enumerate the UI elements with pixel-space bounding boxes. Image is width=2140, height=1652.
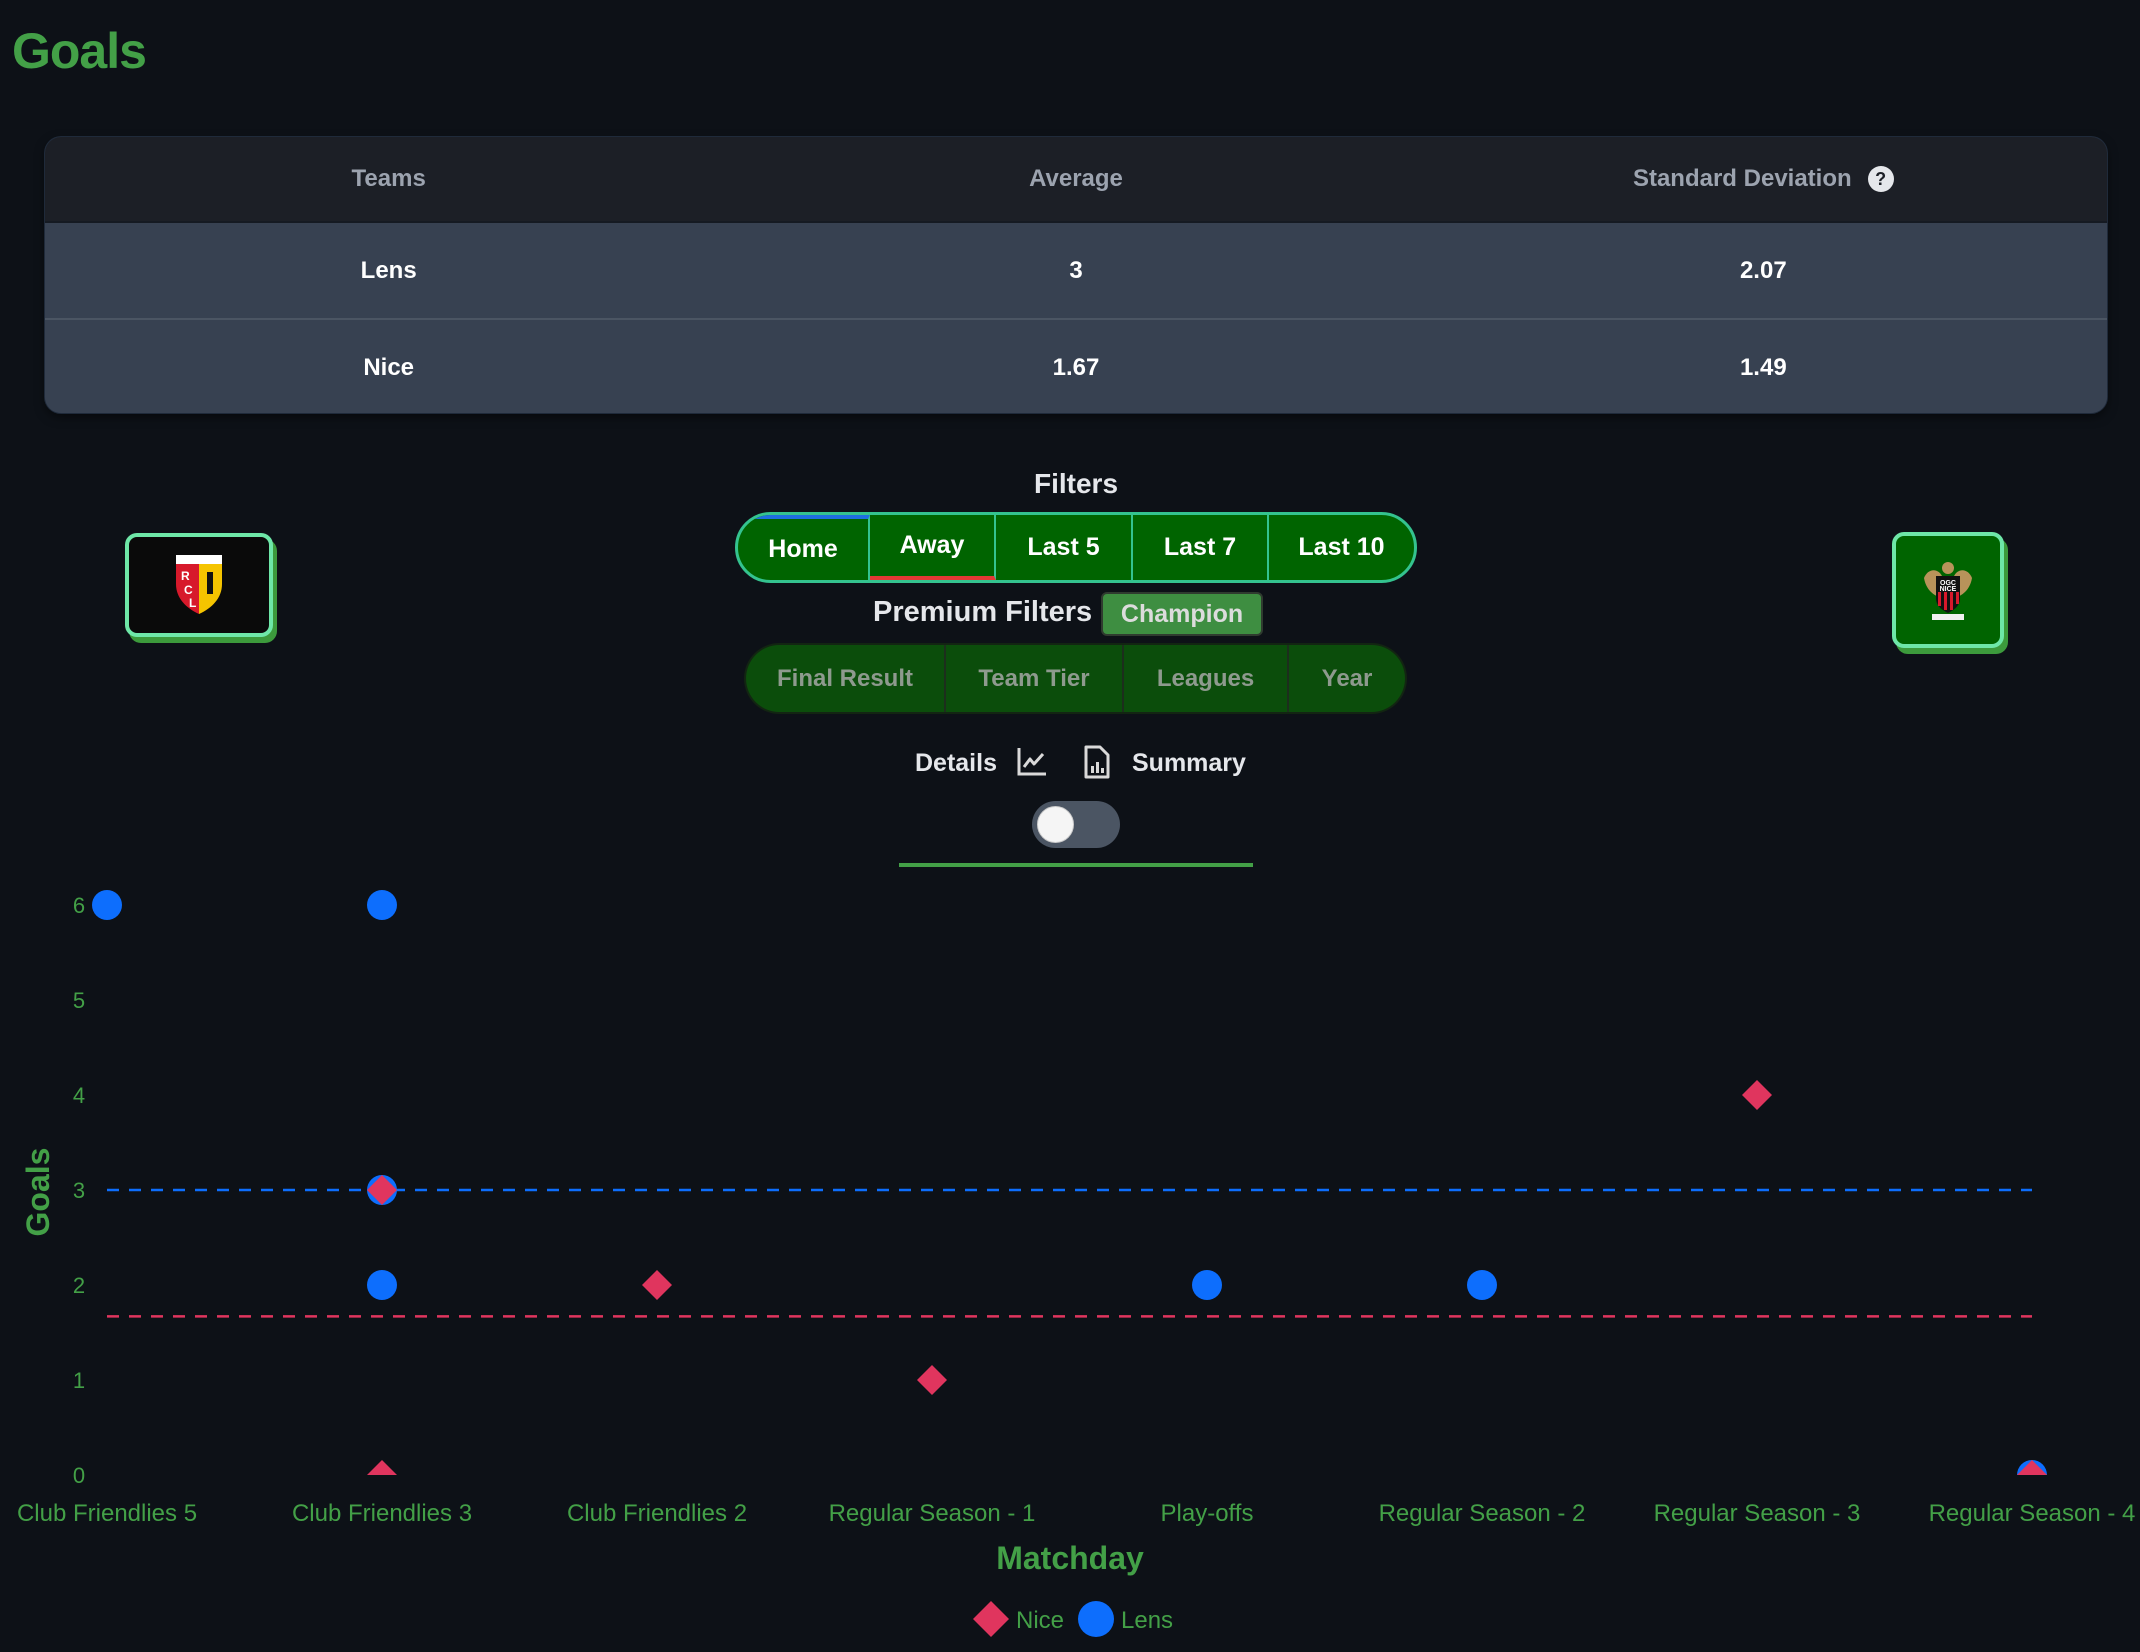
x-tick-label: Club Friendlies 3 — [292, 1500, 472, 1527]
svg-text:L: L — [189, 596, 196, 610]
table-row: Nice 1.67 1.49 — [45, 318, 2107, 413]
filter-button-group: Home Away Last 5 Last 7 Last 10 — [735, 512, 1417, 583]
data-point-lens[interactable] — [367, 890, 397, 920]
premium-filter-group: Final Result Team Tier Leagues Year — [746, 645, 1405, 712]
data-point-nice[interactable] — [642, 1270, 672, 1300]
y-tick-label: 5 — [73, 988, 85, 1013]
filter-home-button[interactable]: Home — [738, 515, 870, 580]
filter-last-7-button[interactable]: Last 7 — [1133, 515, 1269, 580]
nice-logo-button[interactable]: OGC NICE — [1892, 532, 2004, 648]
lens-logo-button[interactable]: R C L — [125, 533, 273, 637]
premium-filter-final-result[interactable]: Final Result — [746, 645, 946, 712]
nice-crest-icon: OGC NICE — [1924, 562, 1972, 620]
lens-crest-icon: R C L — [176, 555, 222, 614]
data-point-lens[interactable] — [367, 1270, 397, 1300]
header-average: Average — [1029, 165, 1123, 192]
x-tick-label: Play-offs — [1161, 1500, 1254, 1527]
y-tick-label: 4 — [73, 1083, 85, 1108]
header-std: Standard Deviation ? — [1420, 137, 2107, 221]
x-tick-label: Regular Season - 4 — [1929, 1500, 2136, 1527]
line-chart-icon — [1017, 748, 1046, 776]
premium-filter-year[interactable]: Year — [1289, 645, 1405, 712]
filter-last-5-button[interactable]: Last 5 — [996, 515, 1133, 580]
x-tick-label: Club Friendlies 2 — [567, 1500, 747, 1527]
filter-last-10-button[interactable]: Last 10 — [1269, 515, 1414, 580]
chart-legend: Nice Lens — [973, 1601, 1173, 1637]
table-header-row: Teams Average Standard Deviation ? — [45, 137, 2107, 223]
x-tick-label: Regular Season - 3 — [1654, 1500, 1861, 1527]
data-point-nice[interactable] — [367, 1460, 397, 1490]
champion-badge-button[interactable]: Champion — [1101, 592, 1263, 636]
x-tick-label: Regular Season - 1 — [829, 1500, 1036, 1527]
question-circle-icon[interactable]: ? — [1867, 166, 1894, 192]
filter-away-button[interactable]: Away — [870, 515, 996, 580]
premium-filter-leagues[interactable]: Leagues — [1124, 645, 1289, 712]
y-tick-label: 3 — [73, 1178, 85, 1203]
legend-label-lens[interactable]: Lens — [1121, 1607, 1173, 1634]
cell-std: 2.07 — [1739, 256, 1787, 284]
x-tick-label: Regular Season - 2 — [1379, 1500, 1586, 1527]
summary-label: Summary — [1132, 749, 1246, 777]
toggle-underline — [899, 863, 1253, 867]
header-teams: Teams — [351, 165, 426, 192]
y-tick-label: 6 — [73, 893, 85, 918]
table-row: Lens 3 2.07 — [45, 223, 2107, 318]
legend-label-nice[interactable]: Nice — [1016, 1607, 1064, 1634]
cell-average: 3 — [1069, 256, 1083, 284]
stats-table: Teams Average Standard Deviation ? Lens … — [45, 137, 2107, 413]
svg-text:C: C — [184, 583, 193, 597]
filters-title: Filters — [1033, 468, 1119, 499]
premium-filters-label: Premium Filters — [873, 596, 1093, 628]
details-label: Details — [915, 749, 997, 777]
report-document-icon — [1084, 745, 1110, 779]
data-point-lens[interactable] — [92, 890, 122, 920]
data-point-lens[interactable] — [1192, 1270, 1222, 1300]
x-tick-label: Club Friendlies 5 — [17, 1500, 197, 1527]
cell-average: 1.67 — [1052, 353, 1100, 381]
data-point-lens[interactable] — [1467, 1270, 1497, 1300]
cell-team: Lens — [360, 256, 417, 284]
cell-std: 1.49 — [1739, 353, 1787, 381]
y-tick-label: 2 — [73, 1273, 85, 1298]
premium-filter-team-tier[interactable]: Team Tier — [946, 645, 1124, 712]
legend-circle-icon — [1078, 1601, 1114, 1637]
cell-team: Nice — [363, 353, 415, 381]
data-point-nice[interactable] — [917, 1365, 947, 1395]
details-summary-toggle[interactable] — [1032, 801, 1120, 848]
x-axis-title: Matchday — [996, 1540, 1144, 1576]
header-std-label: Standard Deviation — [1632, 165, 1852, 192]
y-tick-label: 1 — [73, 1368, 85, 1393]
data-point-nice[interactable] — [1742, 1080, 1772, 1110]
svg-text:R: R — [181, 569, 190, 583]
legend-diamond-icon — [973, 1601, 1009, 1637]
y-axis-title: Goals — [20, 1148, 56, 1237]
goals-scatter-chart: 0 1 2 3 4 5 6 Club Friendlies 5 Club Friendlies… — [17, 890, 2136, 1637]
svg-text:NICE: NICE — [1940, 586, 1957, 593]
y-tick-label: 0 — [73, 1463, 85, 1488]
toggle-knob — [1037, 806, 1074, 843]
page-title: Goals — [12, 23, 147, 79]
